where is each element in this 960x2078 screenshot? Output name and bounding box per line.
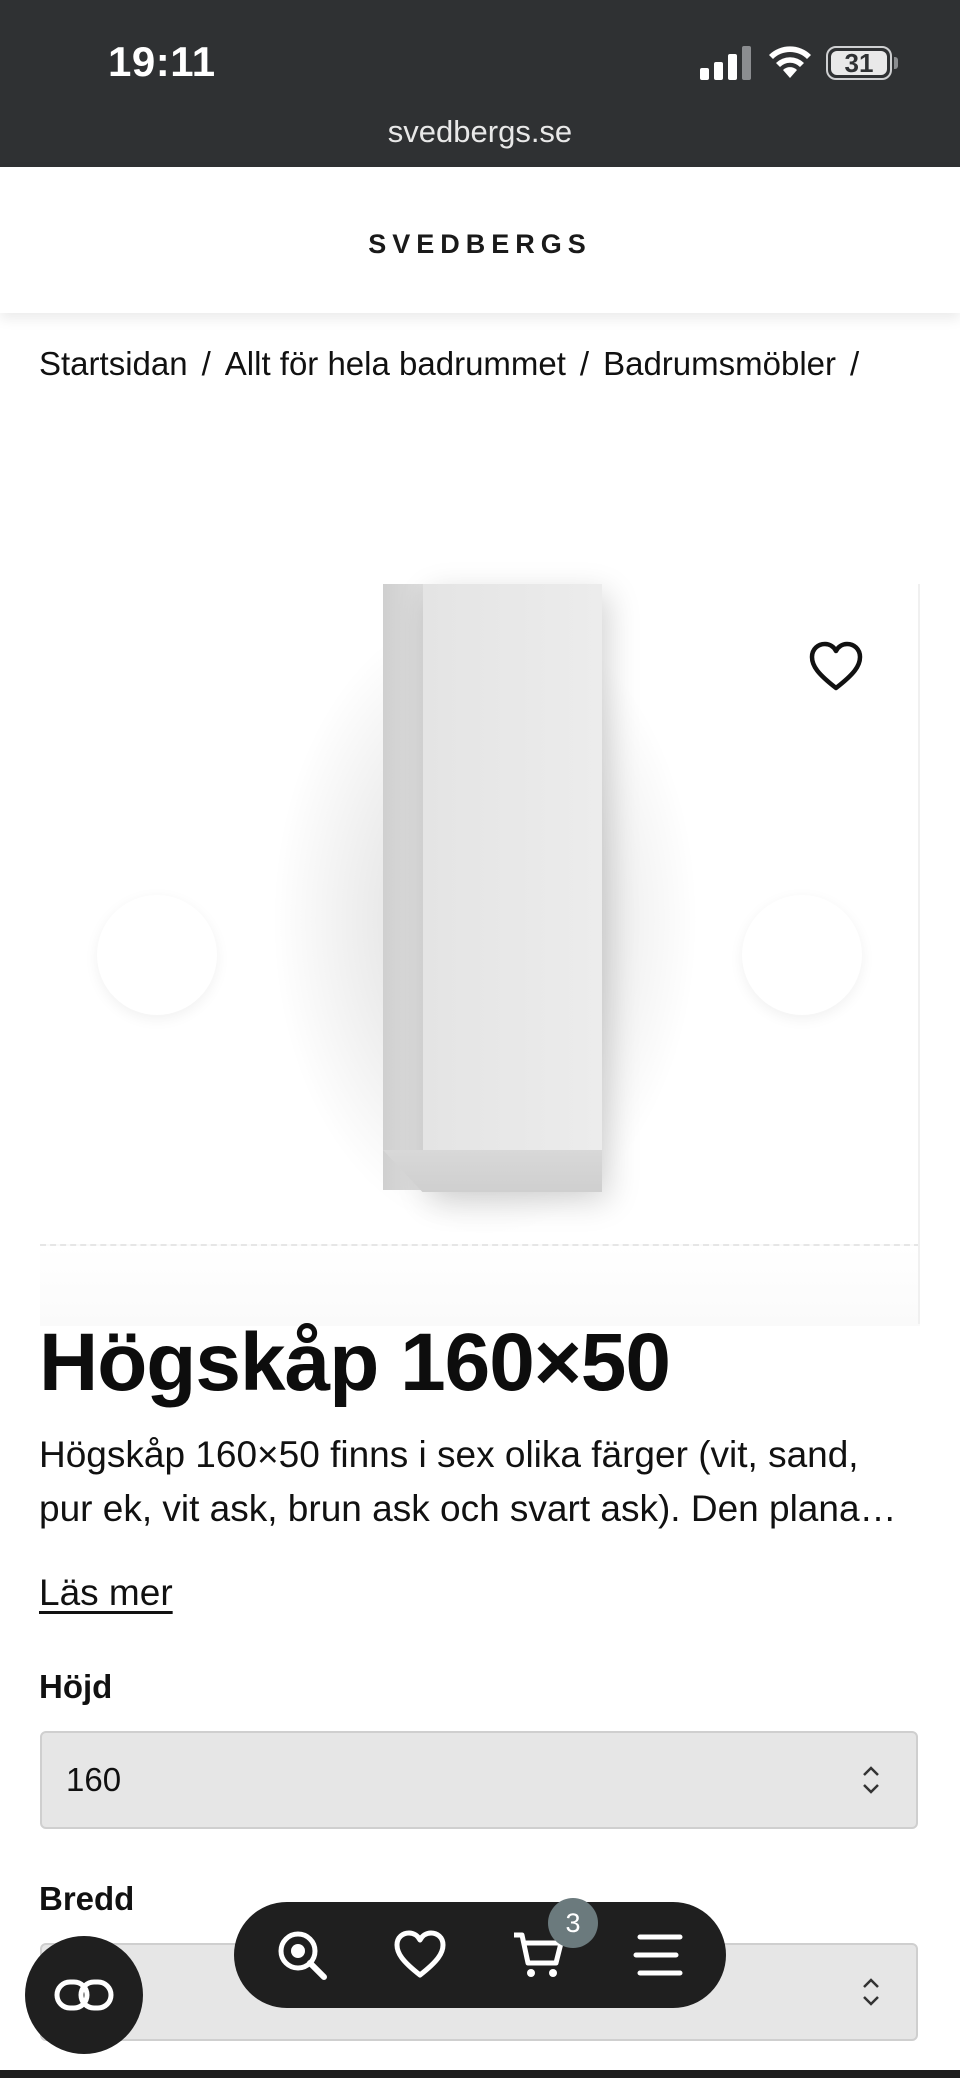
site-header: SVEDBERGS xyxy=(0,167,960,313)
gallery-next-button[interactable] xyxy=(742,895,862,1015)
heart-icon[interactable] xyxy=(392,1927,448,1983)
breadcrumb-separator: / xyxy=(850,345,860,382)
bottom-nav xyxy=(234,1902,726,2008)
chat-link-button[interactable] xyxy=(25,1936,143,2054)
gallery-prev-button[interactable] xyxy=(97,895,217,1015)
signal-icon xyxy=(700,46,752,80)
breadcrumb-separator: / xyxy=(201,345,211,382)
cart-count-badge: 3 xyxy=(548,1898,598,1948)
product-title: Högskåp 160×50 xyxy=(39,1317,671,1408)
status-bar: 19:11 31 svedbergs.se xyxy=(0,0,960,167)
wifi-icon xyxy=(769,46,811,78)
gallery-edge xyxy=(918,584,920,1324)
status-time: 19:11 xyxy=(108,38,216,85)
search-icon[interactable] xyxy=(274,1927,330,1983)
product-image xyxy=(423,584,602,1190)
read-more-link[interactable]: Läs mer xyxy=(39,1572,173,1614)
breadcrumb-item-badrumsmobler[interactable]: Badrumsmöbler xyxy=(603,345,836,382)
url-bar[interactable]: svedbergs.se xyxy=(0,114,960,150)
height-label: Höjd xyxy=(39,1668,113,1705)
site-logo[interactable]: SVEDBERGS xyxy=(0,229,960,260)
height-select-value: 160 xyxy=(66,1761,122,1798)
breadcrumb-separator: / xyxy=(579,345,590,382)
breadcrumb-item-allt-for-hela-badrummet[interactable]: Allt för hela badrummet xyxy=(225,345,566,382)
product-description: Högskåp 160×50 finns i sex olika färger … xyxy=(39,1434,860,1529)
gallery-divider xyxy=(40,1244,920,1326)
breadcrumb: Startsidan / Allt för hela badrummet / Badru… xyxy=(39,345,873,383)
battery-icon: 31 xyxy=(826,46,898,80)
height-select[interactable]: 160 xyxy=(40,1731,918,1829)
breadcrumb-item-startsidan[interactable]: Startsidan xyxy=(39,345,188,382)
chevron-up-down-icon xyxy=(863,1978,879,2006)
battery-level: 31 xyxy=(831,50,887,76)
chat-link-icon xyxy=(54,1979,114,2011)
width-label: Bredd xyxy=(39,1880,135,1917)
chevron-up-down-icon xyxy=(863,1766,879,1794)
heart-outline-icon[interactable] xyxy=(808,640,864,692)
product-image-cabinet-side xyxy=(383,584,423,1190)
menu-icon[interactable] xyxy=(630,1927,686,1983)
home-indicator-area xyxy=(0,2070,960,2078)
